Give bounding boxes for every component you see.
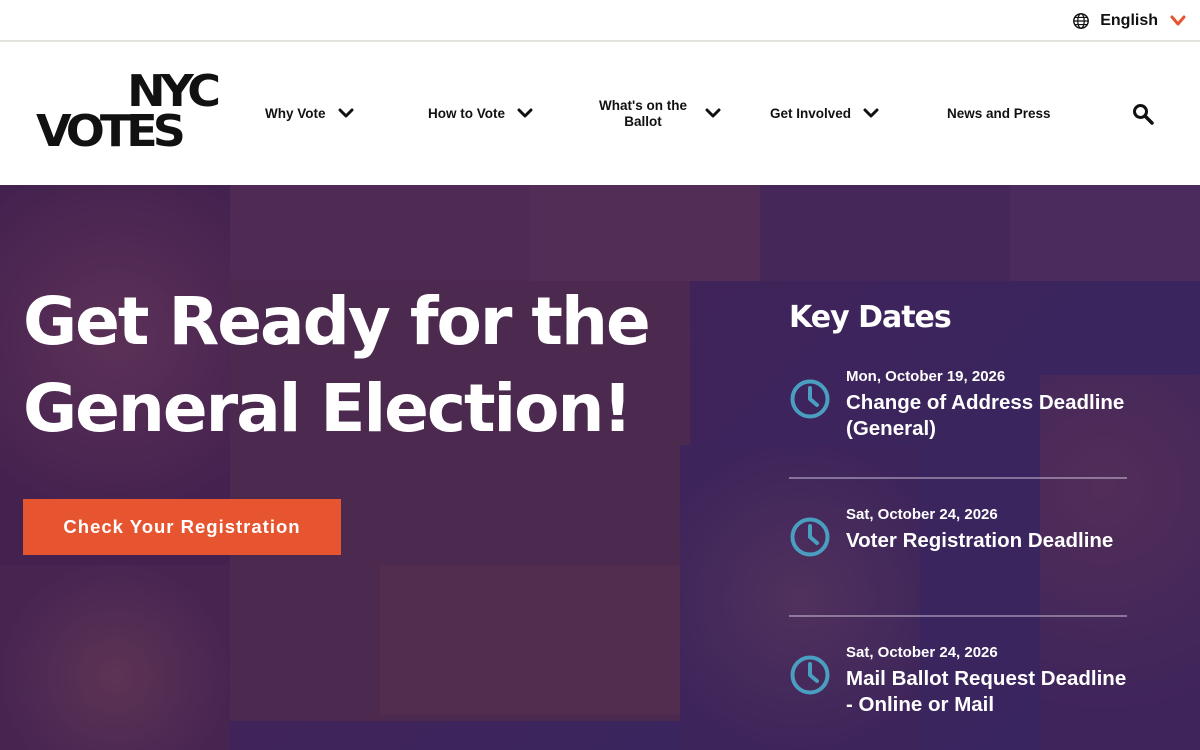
- divider: [789, 477, 1127, 479]
- utility-bar: English: [0, 0, 1200, 42]
- search-icon[interactable]: [1132, 103, 1154, 125]
- globe-icon: [1073, 13, 1090, 29]
- site-header: NYC VOTES Why Vote How to Vote What's on…: [0, 42, 1200, 185]
- nav-item-news-and-press[interactable]: News and Press: [947, 42, 1051, 185]
- key-dates-title: Key Dates: [789, 300, 952, 335]
- chevron-down-icon: [517, 108, 533, 118]
- nav-item-get-involved[interactable]: Get Involved: [770, 42, 879, 185]
- nav-item-label: How to Vote: [428, 105, 505, 121]
- clock-icon: [790, 517, 830, 557]
- nav-item-label: What's on the Ballot: [599, 97, 687, 129]
- key-date-label: Mail Ballot Request Deadline - Online or…: [846, 667, 1127, 716]
- key-date-date: Sat, October 24, 2026: [846, 644, 998, 661]
- key-date-item[interactable]: Sat, October 24, 2026 Mail Ballot Reques…: [789, 644, 1127, 750]
- nyc-votes-logo[interactable]: NYC VOTES: [36, 68, 221, 157]
- nav-item-label: Why Vote: [265, 105, 326, 121]
- chevron-down-icon: [705, 108, 721, 118]
- logo-line-2: VOTES: [36, 105, 186, 157]
- check-registration-button[interactable]: Check Your Registration: [23, 499, 341, 555]
- chevron-down-icon: [1170, 15, 1186, 26]
- nav-item-label: News and Press: [947, 105, 1051, 121]
- language-label: English: [1100, 12, 1158, 29]
- nav-item-why-vote[interactable]: Why Vote: [265, 42, 354, 185]
- chevron-down-icon: [863, 108, 879, 118]
- key-date-item[interactable]: Mon, October 19, 2026 Change of Address …: [789, 368, 1127, 478]
- nav-item-label: Get Involved: [770, 105, 852, 121]
- hero-section: Get Ready for the General Election! Chec…: [0, 185, 1200, 750]
- key-date-date: Mon, October 19, 2026: [846, 368, 1006, 385]
- divider: [789, 615, 1127, 617]
- clock-icon: [790, 379, 830, 419]
- language-selector[interactable]: English: [1072, 9, 1186, 33]
- key-date-label: Change of Address Deadline (General): [846, 391, 1125, 440]
- key-date-date: Sat, October 24, 2026: [846, 506, 998, 523]
- clock-icon: [790, 655, 830, 695]
- chevron-down-icon: [338, 108, 353, 118]
- hero-title: Get Ready for the General Election!: [23, 283, 651, 447]
- nav-item-how-to-vote[interactable]: How to Vote: [428, 42, 533, 185]
- key-date-item[interactable]: Sat, October 24, 2026 Voter Registration…: [789, 506, 1127, 616]
- key-date-label: Voter Registration Deadline: [846, 529, 1114, 552]
- nav-item-whats-on-the-ballot[interactable]: What's on the Ballot: [593, 42, 721, 185]
